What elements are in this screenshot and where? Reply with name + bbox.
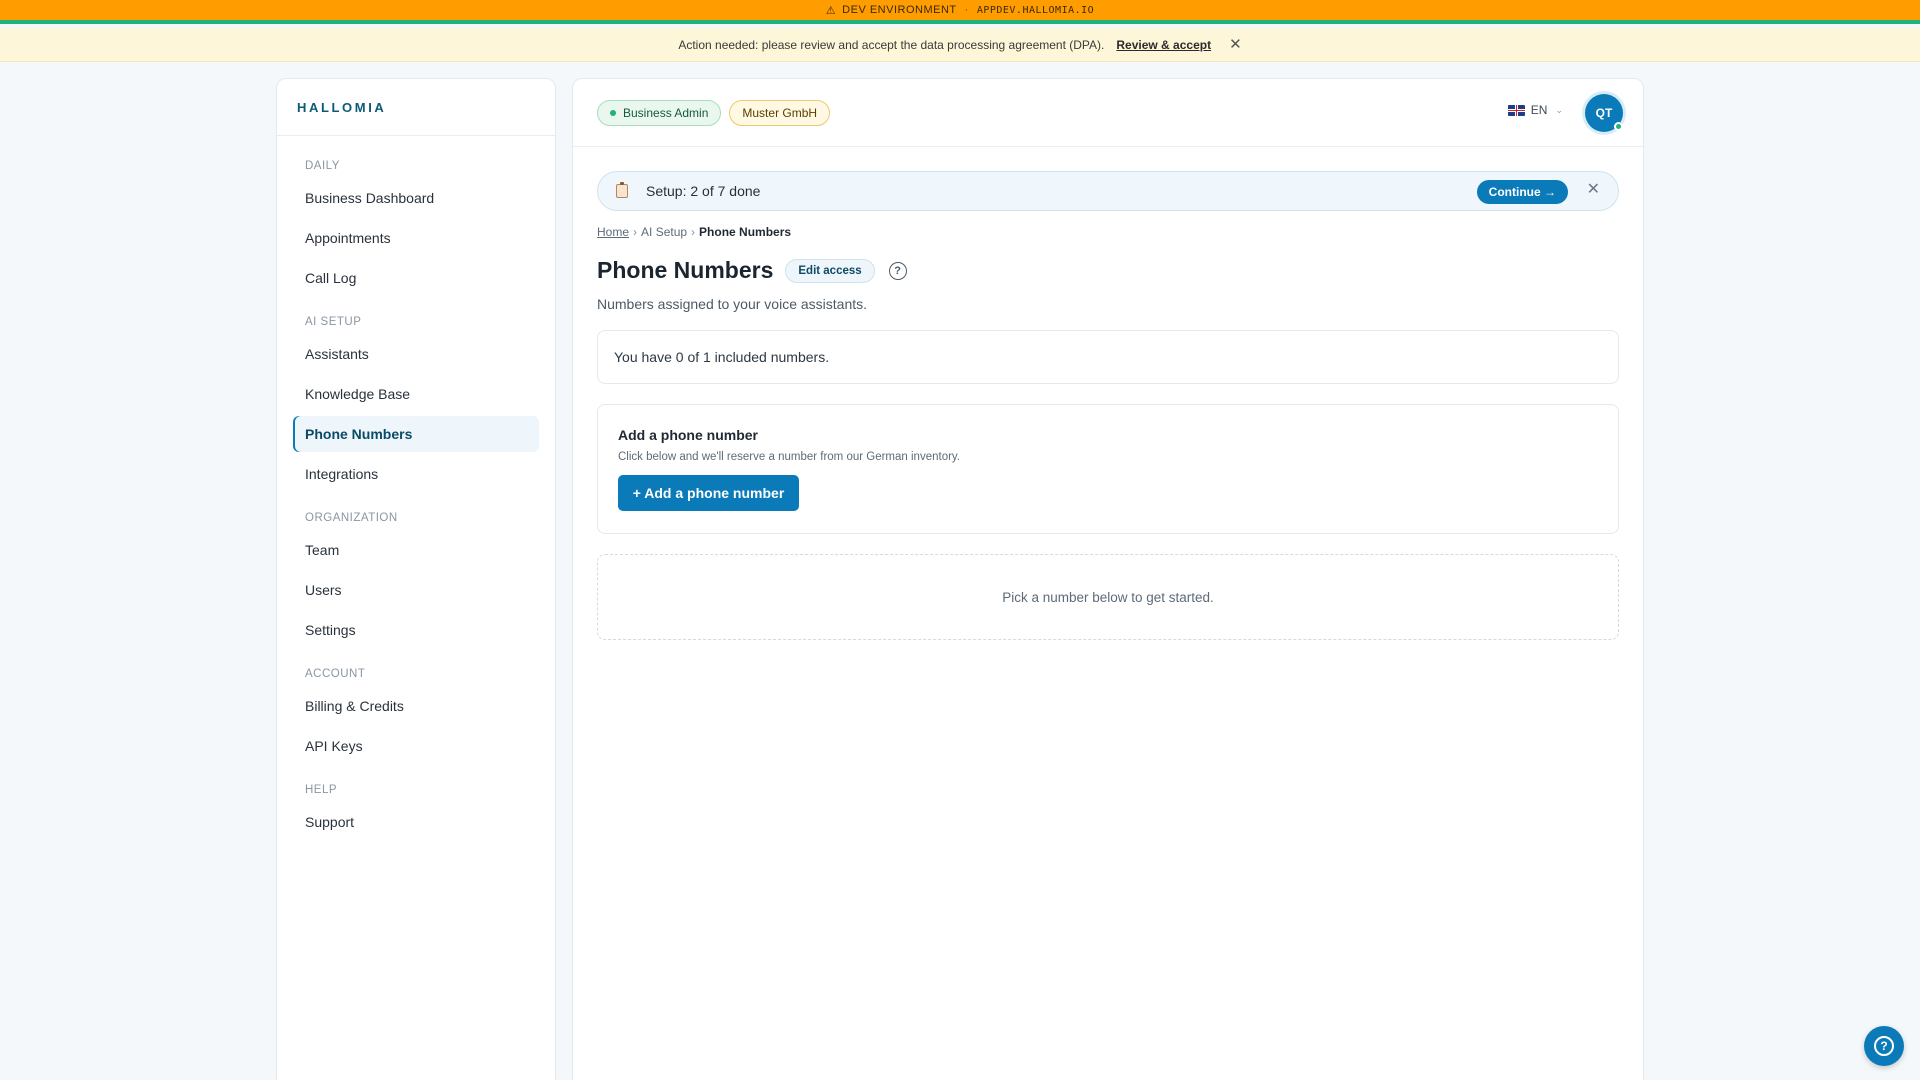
page-subtitle: Numbers assigned to your voice assistant… [597,296,868,312]
clipboard-icon [616,182,628,198]
help-floating-button[interactable]: ? [1864,1026,1904,1066]
breadcrumb-separator: › [691,225,696,239]
setup-close-icon[interactable]: ✕ [1587,182,1600,198]
section-label-help: HELP [305,784,338,796]
brand-logo[interactable]: HALLOMIA [277,79,555,136]
question-icon: ? [1874,1036,1894,1056]
sidebar-item-support[interactable]: Support [293,804,539,840]
sidebar-item-assistants[interactable]: Assistants [293,336,539,372]
breadcrumb: Home › AI Setup › Phone Numbers [597,225,1619,239]
sidebar-item-settings[interactable]: Settings [293,612,539,648]
sidebar-item-billing-credits[interactable]: Billing & Credits [293,688,539,724]
breadcrumb-home[interactable]: Home [597,225,629,239]
section-label-ai-setup: AI SETUP [305,316,362,328]
environment-label: DEV ENVIRONMENT [842,4,957,16]
add-card-description: Click below and we'll reserve a number f… [618,451,961,463]
section-label-account: ACCOUNT [305,668,366,680]
empty-state: Pick a number below to get started. [597,554,1619,640]
role-badge-label: Business Admin [623,105,709,120]
continue-setup-button[interactable]: Continue → [1476,180,1568,204]
sidebar-item-knowledge-base[interactable]: Knowledge Base [293,376,539,412]
breadcrumb-separator: › [633,225,638,239]
main-panel: Business Admin Muster GmbH EN ⌄ QT Setup… [572,78,1644,1080]
breadcrumb-current: Phone Numbers [699,225,792,239]
language-label: EN [1530,103,1548,117]
environment-host: APPDEV.HALLOMIA.IO [976,4,1095,16]
sidebar-item-users[interactable]: Users [293,572,539,608]
help-circle-icon[interactable]: ? [888,261,907,280]
warning-icon: ⚠ [825,4,837,17]
sidebar-nav: DAILY Business Dashboard Appointments Ca… [277,136,555,840]
included-numbers-card: You have 0 of 1 included numbers. [597,330,1619,384]
sidebar-item-integrations[interactable]: Integrations [293,456,539,492]
environment-separator: · [964,4,969,16]
add-card-heading: Add a phone number [618,427,758,443]
add-phone-number-card: Add a phone number Click below and we'll… [597,404,1619,534]
section-label-organization: ORGANIZATION [305,512,398,524]
setup-progress-banner: Setup: 2 of 7 done Continue → ✕ [597,171,1619,211]
dpa-notice-bar: Action needed: please review and accept … [0,28,1920,62]
sidebar-item-appointments[interactable]: Appointments [293,220,539,256]
org-badge: Muster GmbH [729,99,831,126]
setup-progress-text: Setup: 2 of 7 done [646,183,761,199]
role-status-dot-icon [610,109,616,116]
uk-flag-icon [1507,104,1525,116]
add-phone-number-button[interactable]: + Add a phone number [618,475,799,511]
online-status-icon [1614,122,1623,131]
user-avatar[interactable]: QT [1585,94,1623,132]
sidebar-item-business-dashboard[interactable]: Business Dashboard [293,180,539,216]
dpa-close-icon[interactable]: ✕ [1229,37,1242,52]
empty-state-text: Pick a number below to get started. [1002,589,1214,605]
section-label-daily: DAILY [305,160,340,172]
page-title: Phone Numbers [597,257,774,283]
avatar-initials: QT [1595,106,1613,120]
sidebar-item-api-keys[interactable]: API Keys [293,728,539,764]
role-badge: Business Admin [597,99,722,126]
sidebar-item-phone-numbers[interactable]: Phone Numbers [293,416,539,452]
title-row: Phone Numbers Edit access ? [597,257,1619,284]
dpa-message: Action needed: please review and accept … [678,37,1105,52]
edit-access-button[interactable]: Edit access [785,258,875,283]
main-header: Business Admin Muster GmbH EN ⌄ QT [573,79,1643,147]
language-selector[interactable]: EN ⌄ [1507,103,1563,117]
sidebar-item-team[interactable]: Team [293,532,539,568]
review-accept-link[interactable]: Review & accept [1116,38,1211,52]
sidebar-item-call-log[interactable]: Call Log [293,260,539,296]
chevron-down-icon: ⌄ [1555,104,1563,115]
dev-environment-bar: ⚠ DEV ENVIRONMENT · APPDEV.HALLOMIA.IO [0,0,1920,24]
included-numbers-text: You have 0 of 1 included numbers. [614,349,830,365]
breadcrumb-ai-setup[interactable]: AI Setup [641,225,687,239]
page-content: Setup: 2 of 7 done Continue → ✕ Home › A… [573,147,1643,640]
sidebar: HALLOMIA DAILY Business Dashboard Appoin… [276,78,556,1080]
